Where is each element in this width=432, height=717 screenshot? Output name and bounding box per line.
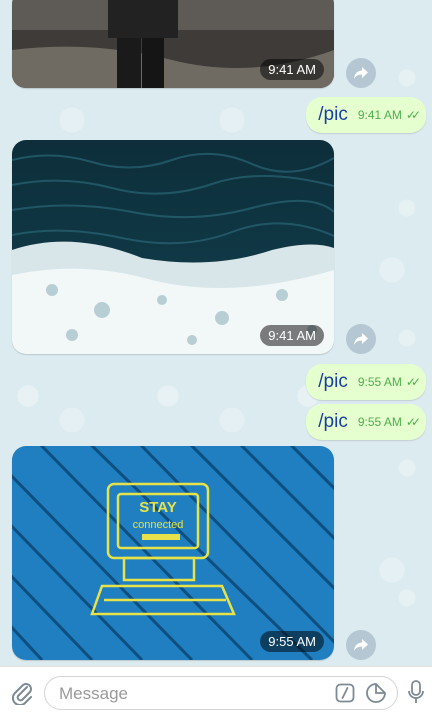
share-arrow-icon — [354, 333, 368, 345]
message-text: /pic — [318, 411, 348, 432]
photo-message[interactable]: STAY connected 9:55 AM — [12, 446, 334, 660]
message-meta: 9:55 AM ✓✓ — [357, 415, 421, 429]
sticker-icon — [366, 683, 386, 703]
message-meta: 9:55 AM ✓✓ — [357, 375, 421, 389]
message-meta: 9:41 AM ✓✓ — [357, 108, 421, 122]
read-checkmarks-icon: ✓✓ — [405, 108, 421, 122]
wall-graffiti-stay: STAY — [139, 499, 177, 516]
chat-area: 9:41 AM /pic 9:41 AM ✓✓ 9:41 AM /pic 9:5… — [0, 0, 432, 666]
message-time: 9:55 AM — [357, 415, 402, 429]
photo-message[interactable]: 9:41 AM — [12, 0, 334, 88]
message-time: 9:41 AM — [357, 108, 402, 122]
photo-ocean-waves — [12, 140, 334, 354]
message-text: /pic — [318, 104, 348, 125]
message-time: 9:55 AM — [357, 375, 402, 389]
slash-command-icon — [335, 683, 355, 703]
share-arrow-icon — [354, 639, 368, 651]
microphone-icon — [408, 680, 424, 703]
voice-button[interactable] — [404, 677, 428, 707]
photo-message[interactable]: 9:41 AM — [12, 140, 334, 354]
share-arrow-icon — [354, 67, 368, 79]
message-placeholder: Message — [59, 684, 128, 703]
message-time: 9:55 AM — [260, 631, 324, 652]
wall-graffiti-connected: connected — [133, 519, 184, 531]
outgoing-message[interactable]: /pic 9:55 AM ✓✓ — [306, 404, 426, 440]
read-checkmarks-icon: ✓✓ — [405, 375, 421, 389]
outgoing-message[interactable]: /pic 9:41 AM ✓✓ — [306, 97, 426, 133]
message-input[interactable]: Message — [44, 676, 398, 710]
read-checkmarks-icon: ✓✓ — [405, 415, 421, 429]
composer-bar: Message — [0, 666, 432, 717]
sticker-button[interactable] — [365, 682, 387, 704]
share-button[interactable] — [346, 324, 376, 354]
share-button[interactable] — [346, 630, 376, 660]
photo-blue-wall-graffiti: STAY connected — [12, 446, 334, 660]
attach-button[interactable] — [8, 679, 36, 707]
message-time: 9:41 AM — [260, 325, 324, 346]
outgoing-message[interactable]: /pic 9:55 AM ✓✓ — [306, 364, 426, 400]
message-time: 9:41 AM — [260, 59, 324, 80]
message-text: /pic — [318, 371, 348, 392]
paperclip-icon — [11, 683, 32, 705]
share-button[interactable] — [346, 58, 376, 88]
command-button[interactable] — [335, 683, 355, 703]
